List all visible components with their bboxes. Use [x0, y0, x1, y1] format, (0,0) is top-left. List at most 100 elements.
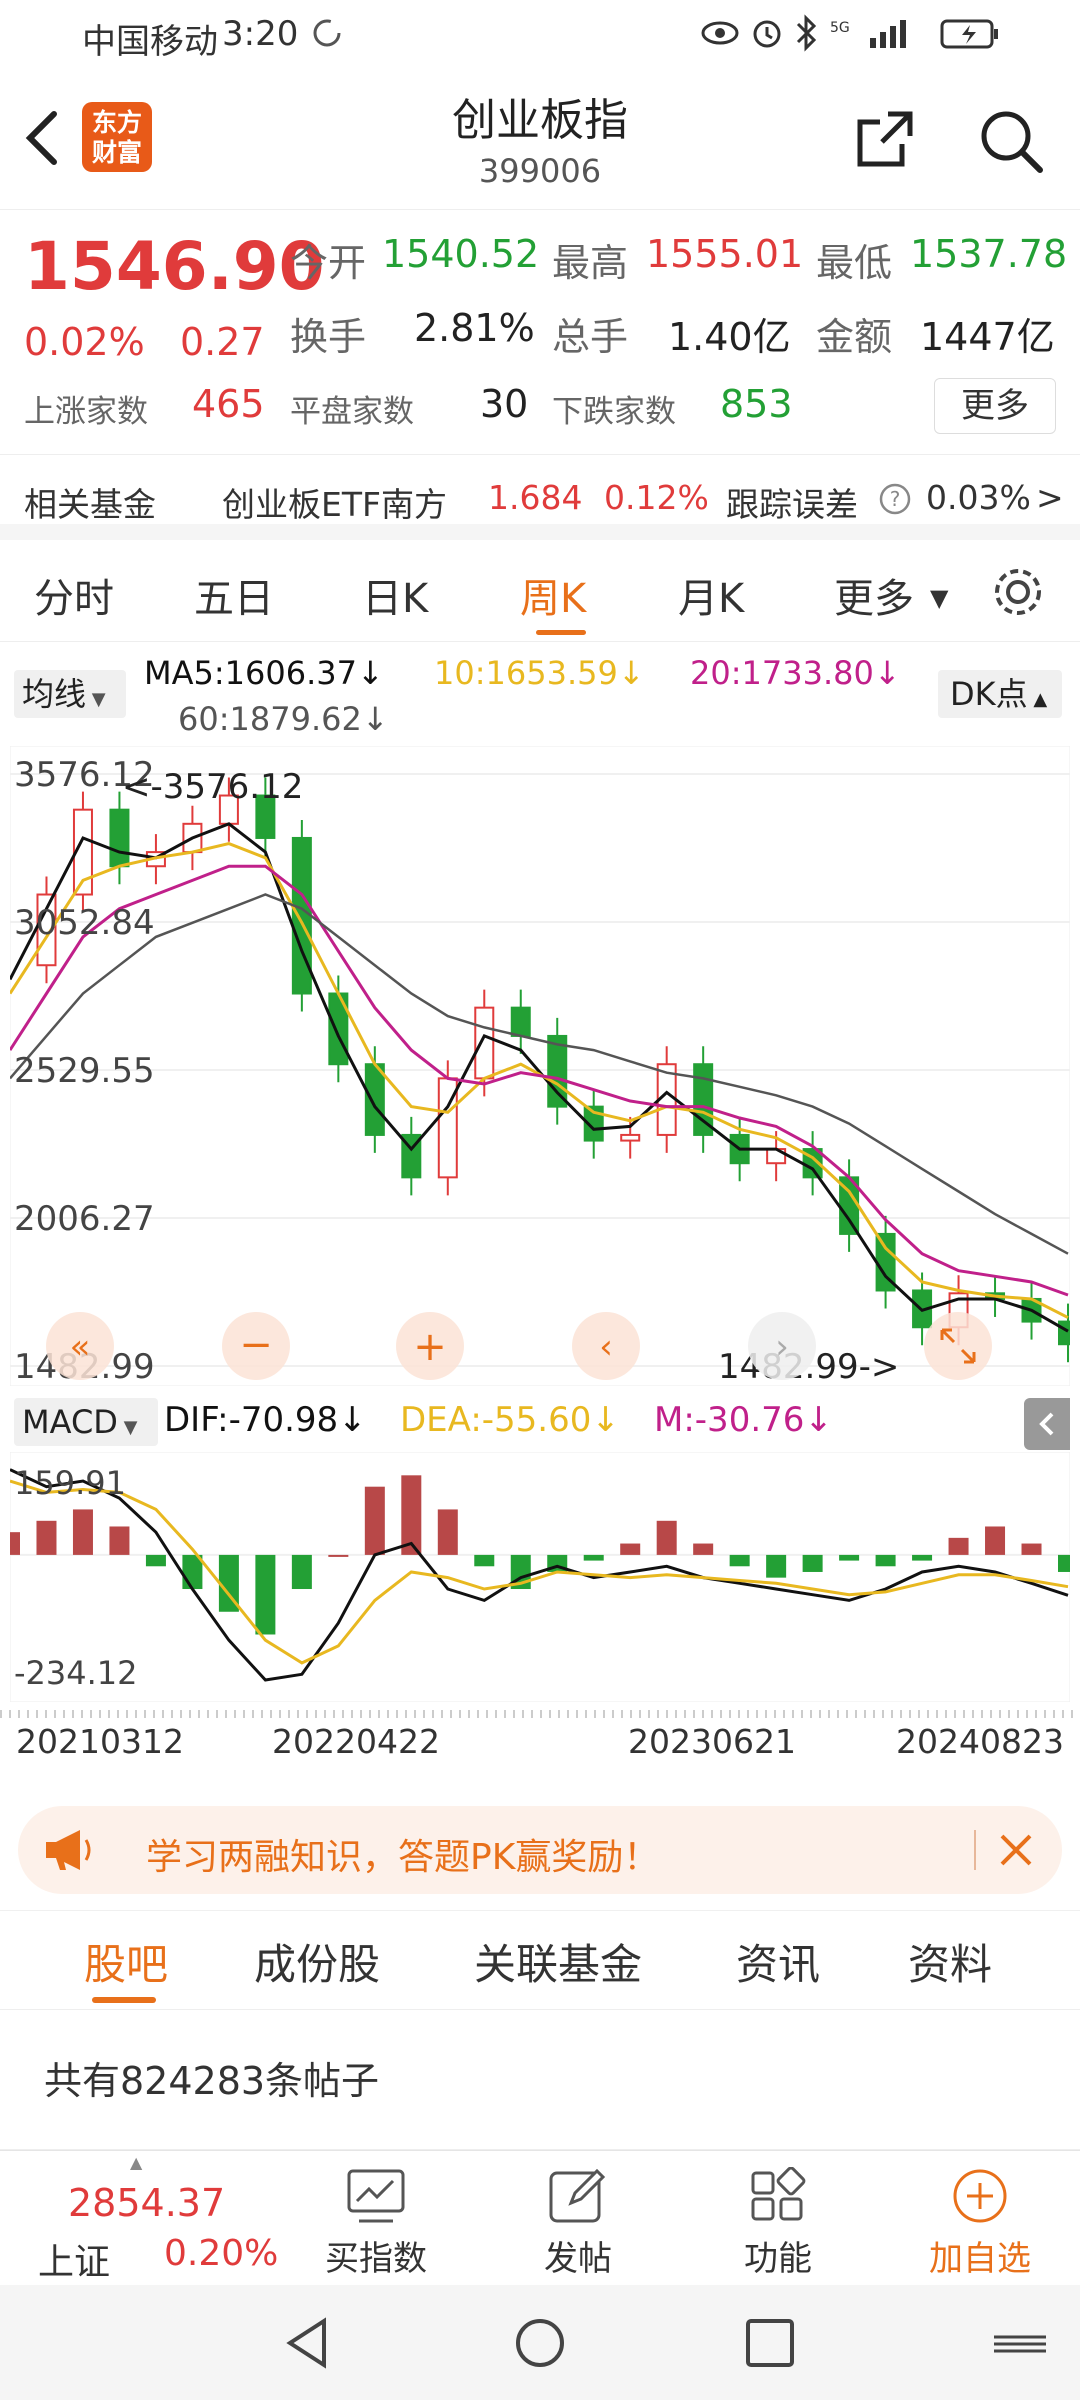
- megaphone-icon: [40, 1826, 96, 1883]
- alarm-icon: [750, 16, 784, 59]
- scroll-left-fast-button[interactable]: «: [46, 1312, 114, 1380]
- gear-icon[interactable]: [988, 562, 1048, 626]
- share-icon[interactable]: [852, 108, 916, 176]
- tab-five-day[interactable]: 五日: [194, 566, 274, 624]
- macd-bar: [437, 1509, 458, 1555]
- macd-bar: [145, 1554, 166, 1567]
- buy-index-button[interactable]: 买指数: [296, 2151, 456, 2286]
- logo-text: 东方: [91, 108, 142, 137]
- y-tick-label: -234.12: [14, 1654, 138, 1692]
- macd-bar: [985, 1526, 1006, 1555]
- grid-icon: [751, 2167, 806, 2221]
- change-value: 0.27: [180, 320, 265, 364]
- tab-intraday[interactable]: 分时: [34, 566, 114, 624]
- kline-chart[interactable]: 3576.123052.842529.552006.271482.99 <-35…: [10, 746, 1070, 1386]
- tab-monthly-k[interactable]: 月K: [678, 566, 744, 624]
- x-tick-label: 20210312: [16, 1722, 184, 1761]
- tab-more[interactable]: 更多: [834, 566, 914, 624]
- macd-bar: [802, 1554, 823, 1572]
- chevron-left-icon: [1039, 1412, 1054, 1436]
- down-label: 下跌家数: [552, 394, 676, 430]
- scroll-left-button[interactable]: ‹: [572, 1312, 640, 1380]
- zoom-out-button[interactable]: −: [222, 1312, 290, 1380]
- search-icon[interactable]: [976, 106, 1046, 180]
- macd-bar: [1021, 1543, 1042, 1555]
- macd-selector-label: MACD: [22, 1403, 118, 1441]
- axis-ticks: [0, 1710, 1080, 1718]
- collapse-up-icon: ▲: [130, 2153, 143, 2172]
- x-tick-label: 20240823: [896, 1722, 1064, 1761]
- collapse-panel-button[interactable]: [1024, 1398, 1070, 1450]
- nav-back-icon[interactable]: [280, 2315, 336, 2375]
- period-tabs: 分时 五日 日K 周K 月K 更多 ▼: [0, 546, 1080, 642]
- ma60-value: 60:1879.62↓: [178, 700, 389, 738]
- edit-icon: [549, 2168, 606, 2223]
- turnover-label: 换手: [290, 315, 367, 359]
- ma20-value: 20:1733.80↓: [690, 654, 901, 692]
- more-button[interactable]: 更多: [934, 378, 1056, 434]
- add-watchlist-label: 加自选: [929, 2239, 1031, 2279]
- dk-point-button[interactable]: DK点 ▲: [938, 670, 1062, 718]
- y-tick-label: 159.91: [14, 1464, 126, 1502]
- plus-circle-icon: [953, 2169, 1007, 2223]
- carrier: 中国移动: [82, 22, 218, 62]
- sync-icon: [310, 16, 344, 59]
- macd-bar: [620, 1543, 641, 1555]
- back-icon[interactable]: [20, 106, 64, 174]
- tab-weekly-k[interactable]: 周K: [520, 566, 586, 624]
- fullscreen-button[interactable]: [924, 1312, 992, 1380]
- chevron-right-icon[interactable]: >: [1036, 478, 1064, 517]
- macd-selector[interactable]: MACD ▼: [14, 1398, 158, 1446]
- header: 东方 财富 创业板指 399006: [0, 70, 1080, 210]
- promo-banner[interactable]: 学习两融知识，答题PK赢奖励！: [18, 1806, 1062, 1894]
- indicator-selector-label: 均线: [22, 675, 87, 713]
- macd-bar: [1058, 1554, 1070, 1572]
- dk-point-label: DK点: [950, 675, 1028, 713]
- zoom-in-button[interactable]: +: [396, 1312, 464, 1380]
- posts-section: 共有824283条帖子: [0, 2010, 1080, 2150]
- macd-bar: [948, 1537, 969, 1555]
- nav-recents-icon[interactable]: [742, 2315, 798, 2375]
- svg-text:−: −: [239, 1322, 273, 1368]
- help-icon[interactable]: ?: [878, 482, 912, 520]
- indicator-selector[interactable]: 均线 ▼: [14, 670, 126, 718]
- dropdown-icon: ▼: [930, 584, 949, 612]
- post-button[interactable]: 发帖: [498, 2151, 658, 2286]
- svg-text:›: ›: [775, 1327, 789, 1367]
- chart-frame: [10, 746, 1070, 1386]
- banner-text: 学习两融知识，答题PK赢奖励！: [146, 1837, 660, 1878]
- market-index-widget[interactable]: ▲ 2854.37 上证 0.20%: [0, 2151, 290, 2286]
- y-tick-label: 2529.55: [14, 1051, 155, 1091]
- macd-bar: [583, 1554, 604, 1561]
- functions-button[interactable]: 功能: [698, 2151, 858, 2286]
- functions-label: 功能: [744, 2239, 812, 2279]
- fund-name[interactable]: 创业板ETF南方: [222, 478, 447, 526]
- volume-value: 1.40亿: [668, 315, 791, 359]
- tab-news[interactable]: 资讯: [736, 1931, 820, 1992]
- volume-label: 总手: [552, 315, 629, 359]
- post-label: 发帖: [544, 2239, 612, 2279]
- kline-grid: [10, 746, 1070, 1386]
- close-icon[interactable]: [994, 1828, 1038, 1881]
- candle-body: [364, 1063, 385, 1136]
- macd-bar: [474, 1554, 495, 1567]
- nav-home-icon[interactable]: [512, 2315, 568, 2375]
- svg-text:?: ?: [890, 487, 901, 511]
- macd-chart[interactable]: 159.91 -234.12: [10, 1452, 1070, 1702]
- quote-panel: 1546.90 0.02% 0.27 今开 1540.52 最高 1555.01…: [0, 210, 1080, 540]
- bluetooth-icon: [794, 14, 818, 61]
- x-tick-label: 20220422: [272, 1722, 440, 1761]
- tab-daily-k[interactable]: 日K: [362, 566, 428, 624]
- index-value: 2854.37: [68, 2181, 226, 2225]
- add-watchlist-button[interactable]: 加自选: [900, 2151, 1060, 2286]
- candle-body: [291, 836, 312, 995]
- tab-profile[interactable]: 资料: [908, 1931, 992, 1992]
- turnover-value: 2.81%: [414, 306, 535, 350]
- active-tab-indicator: [92, 1997, 156, 2003]
- tab-guba[interactable]: 股吧: [84, 1931, 168, 1992]
- tab-related-funds[interactable]: 关联基金: [474, 1931, 642, 1992]
- tab-constituents[interactable]: 成份股: [254, 1931, 380, 1992]
- scroll-right-button[interactable]: ›: [748, 1312, 816, 1380]
- candle-body: [109, 808, 130, 868]
- y-tick-label: 3052.84: [14, 903, 155, 943]
